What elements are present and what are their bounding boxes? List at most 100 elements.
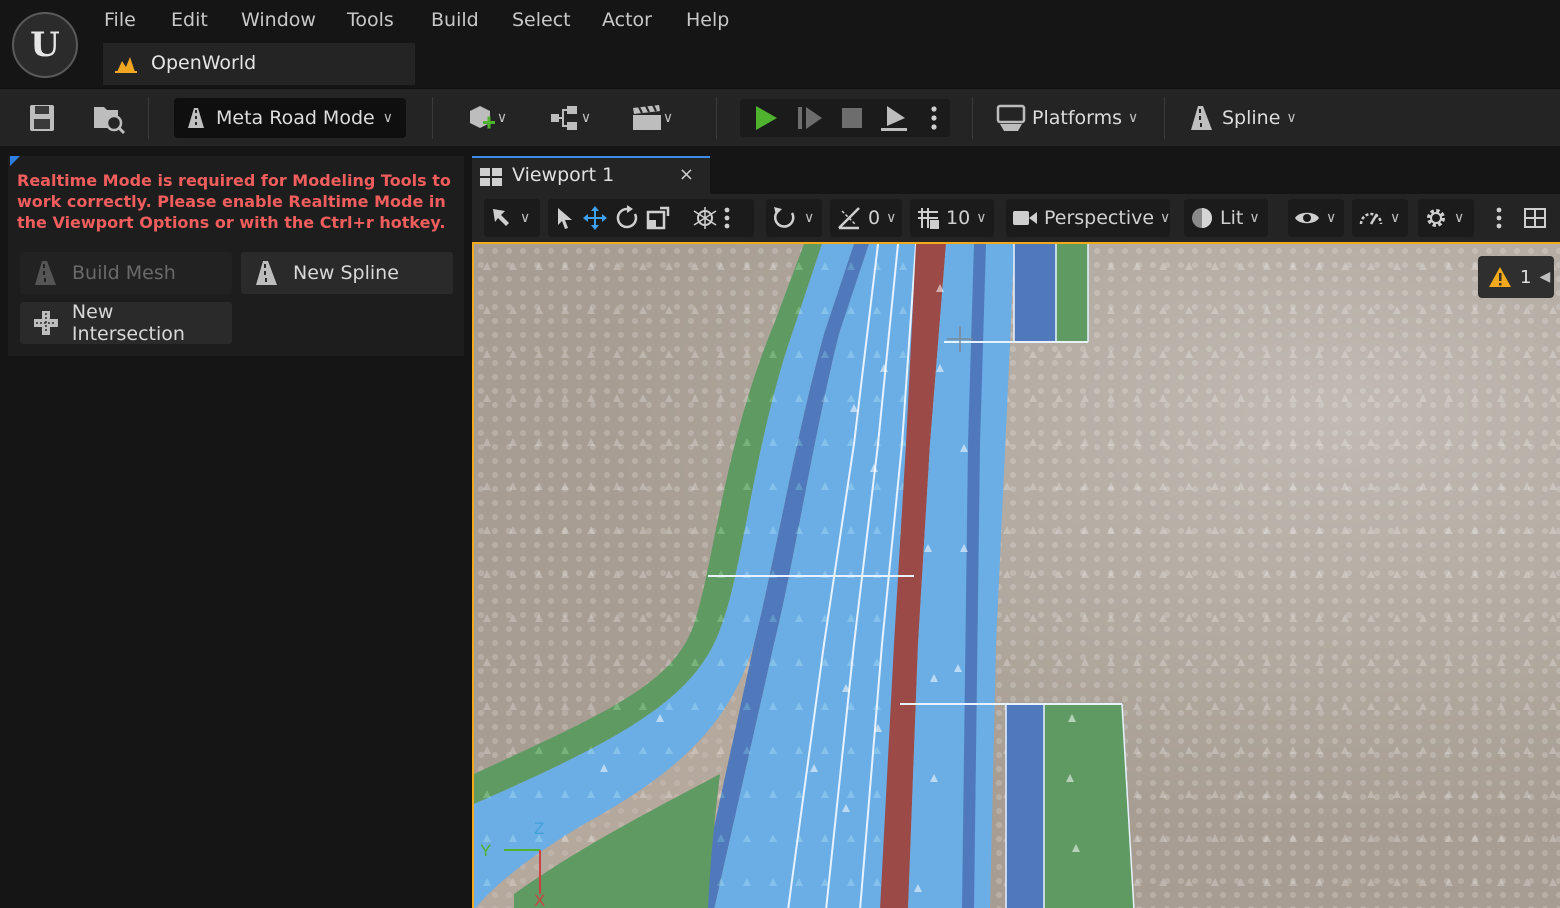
warning-badge[interactable]: 1 ◀ bbox=[1478, 256, 1554, 298]
perspective-dropdown[interactable]: Perspective ∨ bbox=[1006, 199, 1170, 237]
chevron-down-icon: ∨ bbox=[382, 110, 393, 126]
clapperboard-icon bbox=[632, 104, 661, 130]
level-viewport[interactable]: Z Y X 1 ◀ bbox=[472, 242, 1560, 908]
chevron-down-icon: ∨ bbox=[520, 210, 531, 226]
build-mesh-label: Build Mesh bbox=[72, 262, 176, 284]
mode-label: Meta Road Mode bbox=[216, 107, 375, 129]
warning-icon bbox=[1489, 267, 1511, 287]
translate-icon[interactable] bbox=[582, 205, 608, 231]
menu-window[interactable]: Window bbox=[241, 9, 316, 31]
rotation-snap-dropdown[interactable]: 0 ∨ bbox=[830, 199, 902, 237]
show-dropdown[interactable]: ∨ bbox=[1288, 199, 1344, 237]
select-arrow-icon[interactable] bbox=[554, 206, 576, 230]
road-scene[interactable]: Z Y X bbox=[474, 244, 1560, 908]
play-controls bbox=[740, 99, 950, 137]
menu-file[interactable]: File bbox=[104, 9, 136, 31]
tab-viewport-1[interactable]: Viewport 1 × bbox=[472, 156, 710, 194]
more-options-icon[interactable] bbox=[724, 207, 730, 229]
build-mesh-button[interactable]: Build Mesh bbox=[20, 252, 232, 294]
menu-help[interactable]: Help bbox=[686, 9, 729, 31]
viewport-options-icon[interactable] bbox=[1494, 206, 1504, 230]
chevron-down-icon: ∨ bbox=[1326, 210, 1337, 226]
rotate-icon[interactable] bbox=[614, 205, 640, 231]
add-actor-button[interactable]: ∨ bbox=[460, 101, 514, 135]
viewport-icon bbox=[480, 168, 502, 186]
stop-icon[interactable] bbox=[838, 104, 866, 132]
save-icon[interactable] bbox=[28, 103, 56, 133]
browse-content-icon[interactable] bbox=[92, 101, 126, 135]
blueprint-button[interactable]: ∨ bbox=[542, 101, 598, 135]
chevron-down-icon: ∨ bbox=[662, 110, 674, 126]
new-spline-icon bbox=[256, 261, 277, 285]
intersection-icon bbox=[33, 311, 58, 335]
chevron-down-icon: ∨ bbox=[804, 210, 815, 226]
scale-icon[interactable] bbox=[646, 206, 670, 230]
surface-snap-dropdown[interactable]: ∨ bbox=[766, 199, 822, 237]
spline-icon bbox=[1191, 106, 1212, 130]
spline-dropdown[interactable]: Spline ∨ bbox=[1188, 98, 1297, 138]
axis-x-label: X bbox=[534, 891, 545, 908]
grid-snap-value: 10 bbox=[946, 207, 971, 229]
play-icon[interactable] bbox=[752, 104, 780, 132]
tab-label: Viewport 1 bbox=[512, 164, 615, 186]
lit-dropdown[interactable]: Lit ∨ bbox=[1184, 199, 1268, 237]
chevron-down-icon: ∨ bbox=[1249, 210, 1260, 226]
build-mesh-icon bbox=[35, 261, 56, 285]
chevron-down-icon: ∨ bbox=[976, 210, 987, 226]
surface-snap-icon bbox=[772, 205, 798, 231]
mode-dropdown[interactable]: Meta Road Mode ∨ bbox=[174, 98, 406, 138]
road-mode-icon bbox=[188, 108, 204, 128]
chevron-down-icon: ∨ bbox=[1286, 110, 1297, 126]
axis-z-label: Z bbox=[534, 819, 544, 838]
level-icon bbox=[115, 57, 137, 73]
scalability-dropdown[interactable]: ∨ bbox=[1352, 199, 1408, 237]
chevron-down-icon: ∨ bbox=[496, 110, 508, 126]
level-name: OpenWorld bbox=[151, 52, 257, 74]
menu-select[interactable]: Select bbox=[512, 9, 571, 31]
menu-tools[interactable]: Tools bbox=[347, 9, 394, 31]
grid-snap-dropdown[interactable]: 10 ∨ bbox=[910, 199, 994, 237]
menu-build[interactable]: Build bbox=[431, 9, 479, 31]
grid-snap-icon bbox=[916, 206, 940, 230]
new-intersection-button[interactable]: New Intersection bbox=[20, 301, 232, 345]
play-options-icon[interactable] bbox=[926, 103, 942, 133]
performance-icon bbox=[1358, 206, 1384, 230]
realtime-warning: Realtime Mode is required for Modeling T… bbox=[17, 171, 451, 232]
platforms-dropdown[interactable]: Platforms ∨ bbox=[996, 98, 1138, 138]
panel-corner-marker bbox=[10, 156, 20, 166]
new-spline-button[interactable]: New Spline bbox=[241, 252, 453, 294]
cinematics-button[interactable]: ∨ bbox=[624, 101, 680, 135]
mode-panel: Realtime Mode is required for Modeling T… bbox=[0, 146, 472, 908]
level-tab[interactable]: OpenWorld bbox=[103, 43, 415, 85]
advance-frame-icon[interactable] bbox=[796, 104, 824, 132]
chevron-down-icon: ∨ bbox=[580, 110, 592, 126]
eject-icon[interactable] bbox=[878, 103, 910, 133]
chevron-down-icon: ∨ bbox=[886, 210, 897, 226]
platforms-icon bbox=[996, 104, 1026, 131]
unreal-logo-icon[interactable]: U bbox=[12, 12, 78, 78]
chevron-left-icon: ◀ bbox=[1539, 269, 1551, 285]
camera-icon bbox=[1012, 209, 1038, 227]
eye-icon bbox=[1294, 209, 1320, 227]
close-icon[interactable]: × bbox=[679, 164, 694, 185]
new-intersection-label: New Intersection bbox=[71, 301, 185, 345]
coordinate-system-icon[interactable] bbox=[692, 205, 718, 231]
chevron-down-icon: ∨ bbox=[1390, 210, 1401, 226]
gear-icon bbox=[1424, 206, 1448, 230]
menu-edit[interactable]: Edit bbox=[171, 9, 208, 31]
selection-mode-dropdown[interactable]: ∨ bbox=[484, 199, 540, 237]
viewport-tab-strip: Viewport 1 × bbox=[472, 146, 1560, 194]
add-actor-icon bbox=[469, 106, 495, 129]
viewport-toolbar: ∨ ∨ 0 ∨ 10 ∨ Perspective ∨ Lit ∨ ∨ ∨ ∨ bbox=[472, 194, 1560, 242]
warning-count: 1 bbox=[1520, 266, 1532, 288]
chevron-down-icon: ∨ bbox=[1160, 210, 1171, 226]
menu-actor[interactable]: Actor bbox=[602, 9, 652, 31]
settings-dropdown[interactable]: ∨ bbox=[1418, 199, 1474, 237]
lighting-label: Lit bbox=[1220, 207, 1244, 229]
platforms-label: Platforms bbox=[1032, 107, 1123, 129]
layout-icon[interactable] bbox=[1522, 206, 1548, 230]
select-mode-icon bbox=[490, 206, 514, 230]
main-toolbar: Meta Road Mode ∨ ∨ ∨ ∨ Platforms ∨ Splin… bbox=[0, 88, 1560, 146]
new-spline-label: New Spline bbox=[293, 262, 399, 284]
menu-bar: U File Edit Window Tools Build Select Ac… bbox=[0, 0, 1560, 88]
